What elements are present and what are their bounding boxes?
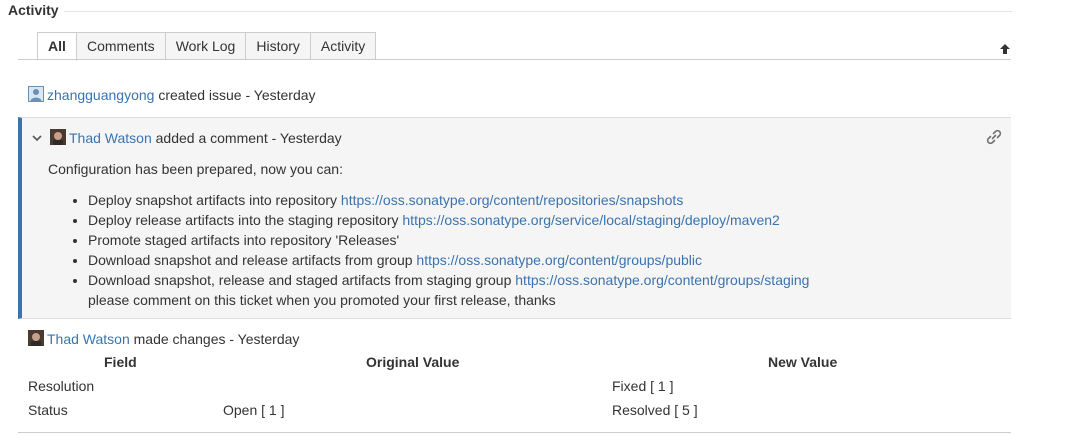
column-header-new: New Value	[768, 354, 838, 370]
repo-link[interactable]: https://oss.sonatype.org/content/reposit…	[341, 192, 683, 208]
list-item: Promote staged artifacts into repository…	[88, 230, 809, 250]
arrow-up-icon[interactable]	[999, 42, 1011, 56]
comment-action-text: added a comment - Yesterday	[155, 130, 342, 146]
tab-all[interactable]: All	[37, 32, 77, 61]
table-cell-field: Status	[28, 402, 68, 418]
bottom-divider	[18, 432, 1011, 433]
user-avatar-icon[interactable]	[28, 330, 44, 346]
activity-tabs: All Comments Work Log History Activity	[37, 32, 377, 61]
comment-list: Deploy snapshot artifacts into repositor…	[88, 190, 809, 310]
list-item: Download snapshot, release and staged ar…	[88, 270, 809, 310]
changes-author-link[interactable]: Thad Watson	[47, 331, 130, 347]
changes-action-text: made changes - Yesterday	[133, 331, 300, 347]
comment-block: Thad Watson added a comment - Yesterday …	[18, 117, 1011, 319]
user-avatar-icon[interactable]	[50, 129, 66, 145]
table-cell-new: Fixed [ 1 ]	[612, 378, 674, 394]
column-header-field: Field	[104, 354, 137, 370]
table-cell-field: Resolution	[28, 378, 95, 394]
table-cell-new: Resolved [ 5 ]	[612, 402, 698, 418]
tab-history[interactable]: History	[246, 32, 311, 60]
created-issue-entry: zhangguangyong created issue - Yesterday	[28, 86, 316, 104]
section-divider	[64, 11, 1012, 12]
link-icon[interactable]	[985, 128, 1003, 146]
activity-section-title: Activity	[8, 2, 59, 18]
column-header-original: Original Value	[366, 354, 460, 370]
table-cell-original: Open [ 1 ]	[223, 402, 285, 418]
list-item: Deploy snapshot artifacts into repositor…	[88, 190, 809, 210]
chevron-down-icon[interactable]	[30, 131, 44, 145]
user-avatar-icon[interactable]	[28, 86, 44, 102]
comment-trailer: please comment on this ticket when you p…	[88, 292, 556, 308]
tab-work-log[interactable]: Work Log	[165, 32, 247, 60]
list-item: Download snapshot and release artifacts …	[88, 250, 809, 270]
list-item: Deploy release artifacts into the stagin…	[88, 210, 809, 230]
user-link[interactable]: zhangguangyong	[47, 87, 154, 103]
tab-activity[interactable]: Activity	[310, 32, 377, 60]
comment-intro: Configuration has been prepared, now you…	[48, 161, 343, 177]
repo-link[interactable]: https://oss.sonatype.org/service/local/s…	[402, 212, 779, 228]
tab-comments[interactable]: Comments	[77, 32, 166, 60]
comment-author-link[interactable]: Thad Watson	[69, 130, 152, 146]
repo-link[interactable]: https://oss.sonatype.org/content/groups/…	[416, 252, 702, 268]
tabs-divider	[18, 59, 1011, 60]
repo-link[interactable]: https://oss.sonatype.org/content/groups/…	[515, 272, 809, 288]
changes-entry: Thad Watson made changes - Yesterday	[28, 330, 299, 348]
entry-action-text: created issue - Yesterday	[158, 87, 316, 103]
